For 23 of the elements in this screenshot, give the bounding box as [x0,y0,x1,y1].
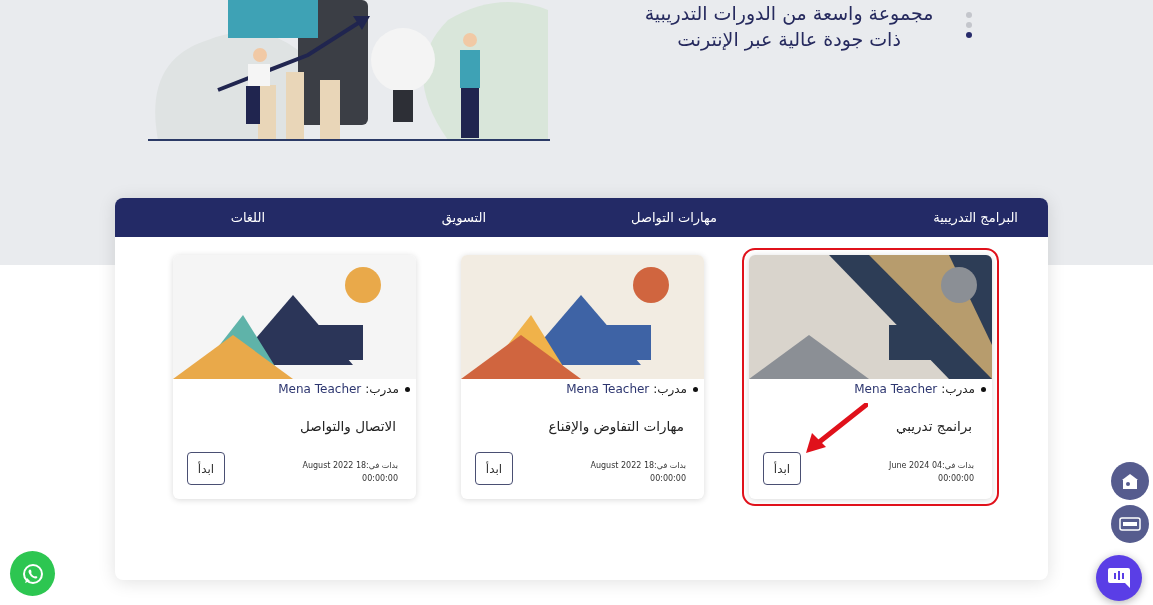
hero-heading: ذات جودة عالية عبر الإنترنت [677,27,901,52]
slide-dot[interactable] [966,32,972,38]
house-icon [1120,472,1140,490]
annotation-arrow [804,403,868,455]
phone-bubble-icon [20,561,45,586]
chat-button[interactable] [1096,555,1142,601]
chat-bubble-icon [1106,566,1132,590]
shop-button[interactable] [1111,462,1149,500]
start-button[interactable]: ابدأ [475,452,513,485]
ticket-icon [1119,517,1141,531]
course-title: مهارات التفاوض والإقناع [547,418,684,434]
category-tab[interactable]: مهارات التواصل [516,209,747,226]
ticket-button[interactable] [1111,505,1149,543]
hero-heading: مجموعة واسعة من الدورات التدريبية [644,1,934,26]
start-button[interactable]: ابدأ [763,452,801,485]
course-title: الاتصال والتواصل [299,418,396,434]
category-tab[interactable]: اللغات [115,209,295,226]
slide-dot[interactable] [966,22,972,28]
start-button[interactable]: ابدأ [187,452,225,485]
course-title: برانمج تدريبي [895,418,972,434]
category-tab[interactable]: البرامج التدريبية [747,209,1048,226]
category-tab[interactable]: التسويق [295,209,516,226]
slide-dot[interactable] [966,12,972,18]
